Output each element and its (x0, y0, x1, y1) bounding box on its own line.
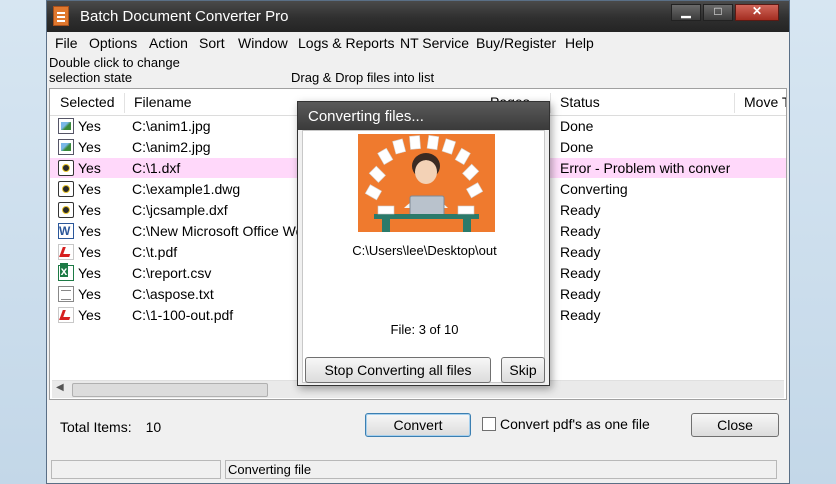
row-status: Converting (560, 181, 628, 197)
menu-sort[interactable]: Sort (199, 35, 225, 51)
converting-illustration (358, 134, 495, 232)
text-file-icon (58, 286, 74, 302)
total-items-value: 10 (145, 419, 162, 435)
dialog-title: Converting files... (308, 108, 424, 125)
row-filename: C:\1.dxf (132, 160, 181, 176)
image-file-icon (58, 139, 74, 155)
row-selected[interactable]: Yes (78, 242, 101, 262)
csv-file-icon (58, 263, 74, 281)
row-filename: C:\anim2.jpg (132, 139, 211, 155)
scroll-left-icon[interactable]: ◀ (56, 382, 64, 393)
convert-pdf-one-file-label[interactable]: Convert pdf's as one file (500, 416, 650, 432)
selection-hint: Double click to change selection state (49, 55, 180, 85)
menu-action[interactable]: Action (149, 35, 188, 51)
row-status: Ready (560, 307, 601, 323)
selection-hint-line2: selection state (49, 70, 133, 85)
title-bar[interactable]: Batch Document Converter Pro ▁ □ ✕ (47, 1, 789, 32)
row-filename: C:\New Microsoft Office Word (132, 223, 302, 239)
output-path: C:\Users\lee\Desktop\out (352, 243, 497, 258)
window-title: Batch Document Converter Pro (80, 8, 289, 25)
row-selected[interactable]: Yes (78, 200, 101, 220)
row-filename: C:\anim1.jpg (132, 118, 211, 134)
row-selected[interactable]: Yes (78, 179, 101, 199)
total-items-label: Total Items: (60, 419, 132, 435)
converting-dialog: Converting files... C:\Users\lee\Desktop… (297, 101, 550, 386)
dwg-file-icon (58, 181, 74, 197)
status-cell-left (51, 460, 221, 479)
row-status: Ready (560, 265, 601, 281)
minimize-button[interactable]: ▁ (671, 4, 701, 21)
menu-nt-service[interactable]: NT Service (400, 35, 469, 51)
selection-hint-line1: Double click to change (49, 55, 180, 70)
close-button[interactable]: Close (691, 413, 779, 437)
row-filename: C:\aspose.txt (132, 286, 214, 302)
image-file-icon (58, 118, 74, 134)
stop-converting-button[interactable]: Stop Converting all files (305, 357, 491, 383)
row-selected[interactable]: Yes (78, 137, 101, 157)
maximize-button[interactable]: □ (703, 4, 733, 21)
row-selected[interactable]: Yes (78, 284, 101, 304)
menu-file[interactable]: File (55, 35, 78, 51)
row-status: Error - Problem with conver... (560, 160, 730, 176)
menu-bar: File Options Action Sort Window Logs & R… (47, 32, 789, 54)
minimize-icon: ▁ (681, 4, 691, 18)
row-selected[interactable]: Yes (78, 116, 101, 136)
column-header-move-to[interactable]: Move T (734, 89, 786, 115)
dialog-title-bar[interactable]: Converting files... (298, 102, 549, 130)
row-status: Ready (560, 286, 601, 302)
row-status: Ready (560, 244, 601, 260)
row-status: Done (560, 139, 594, 155)
word-file-icon (58, 221, 74, 241)
row-filename: C:\t.pdf (132, 244, 178, 260)
close-icon: ✕ (751, 4, 763, 18)
menu-options[interactable]: Options (89, 35, 137, 51)
row-filename: C:\example1.dwg (132, 181, 241, 197)
dxf-file-icon (58, 160, 74, 176)
column-header-selected[interactable]: Selected (50, 89, 124, 115)
row-selected[interactable]: Yes (78, 221, 101, 241)
row-status: Ready (560, 223, 601, 239)
dxf-file-icon (58, 202, 74, 218)
menu-buy-register[interactable]: Buy/Register (476, 35, 556, 51)
menu-logs-reports[interactable]: Logs & Reports (298, 35, 395, 51)
app-document-icon (53, 6, 69, 26)
skip-button[interactable]: Skip (501, 357, 545, 383)
total-items: Total Items: 10 (60, 419, 161, 435)
scrollbar-thumb[interactable] (72, 383, 268, 397)
status-text: Converting file (225, 460, 777, 479)
drag-drop-hint: Drag & Drop files into list (291, 70, 435, 85)
row-status: Ready (560, 202, 601, 218)
row-filename: C:\1-100-out.pdf (132, 307, 234, 323)
row-status: Done (560, 118, 594, 134)
pdf-file-icon (58, 244, 74, 260)
row-selected[interactable]: Yes (78, 158, 101, 178)
row-filename: C:\report.csv (132, 265, 212, 281)
convert-button[interactable]: Convert (365, 413, 471, 437)
file-progress-count: File: 3 of 10 (390, 322, 459, 337)
menu-window[interactable]: Window (238, 35, 288, 51)
maximize-icon: □ (714, 4, 722, 18)
status-bar: Converting file (47, 457, 789, 483)
column-header-status[interactable]: Status (550, 89, 734, 115)
dialog-body: C:\Users\lee\Desktop\out File: 3 of 10 S… (302, 130, 545, 383)
row-filename: C:\jcsample.dxf (132, 202, 228, 218)
row-selected[interactable]: Yes (78, 305, 101, 325)
close-window-button[interactable]: ✕ (735, 4, 779, 21)
menu-help[interactable]: Help (565, 35, 594, 51)
row-selected[interactable]: Yes (78, 263, 101, 283)
pdf-file-icon (58, 307, 74, 323)
convert-pdf-one-file-checkbox[interactable] (482, 417, 496, 431)
